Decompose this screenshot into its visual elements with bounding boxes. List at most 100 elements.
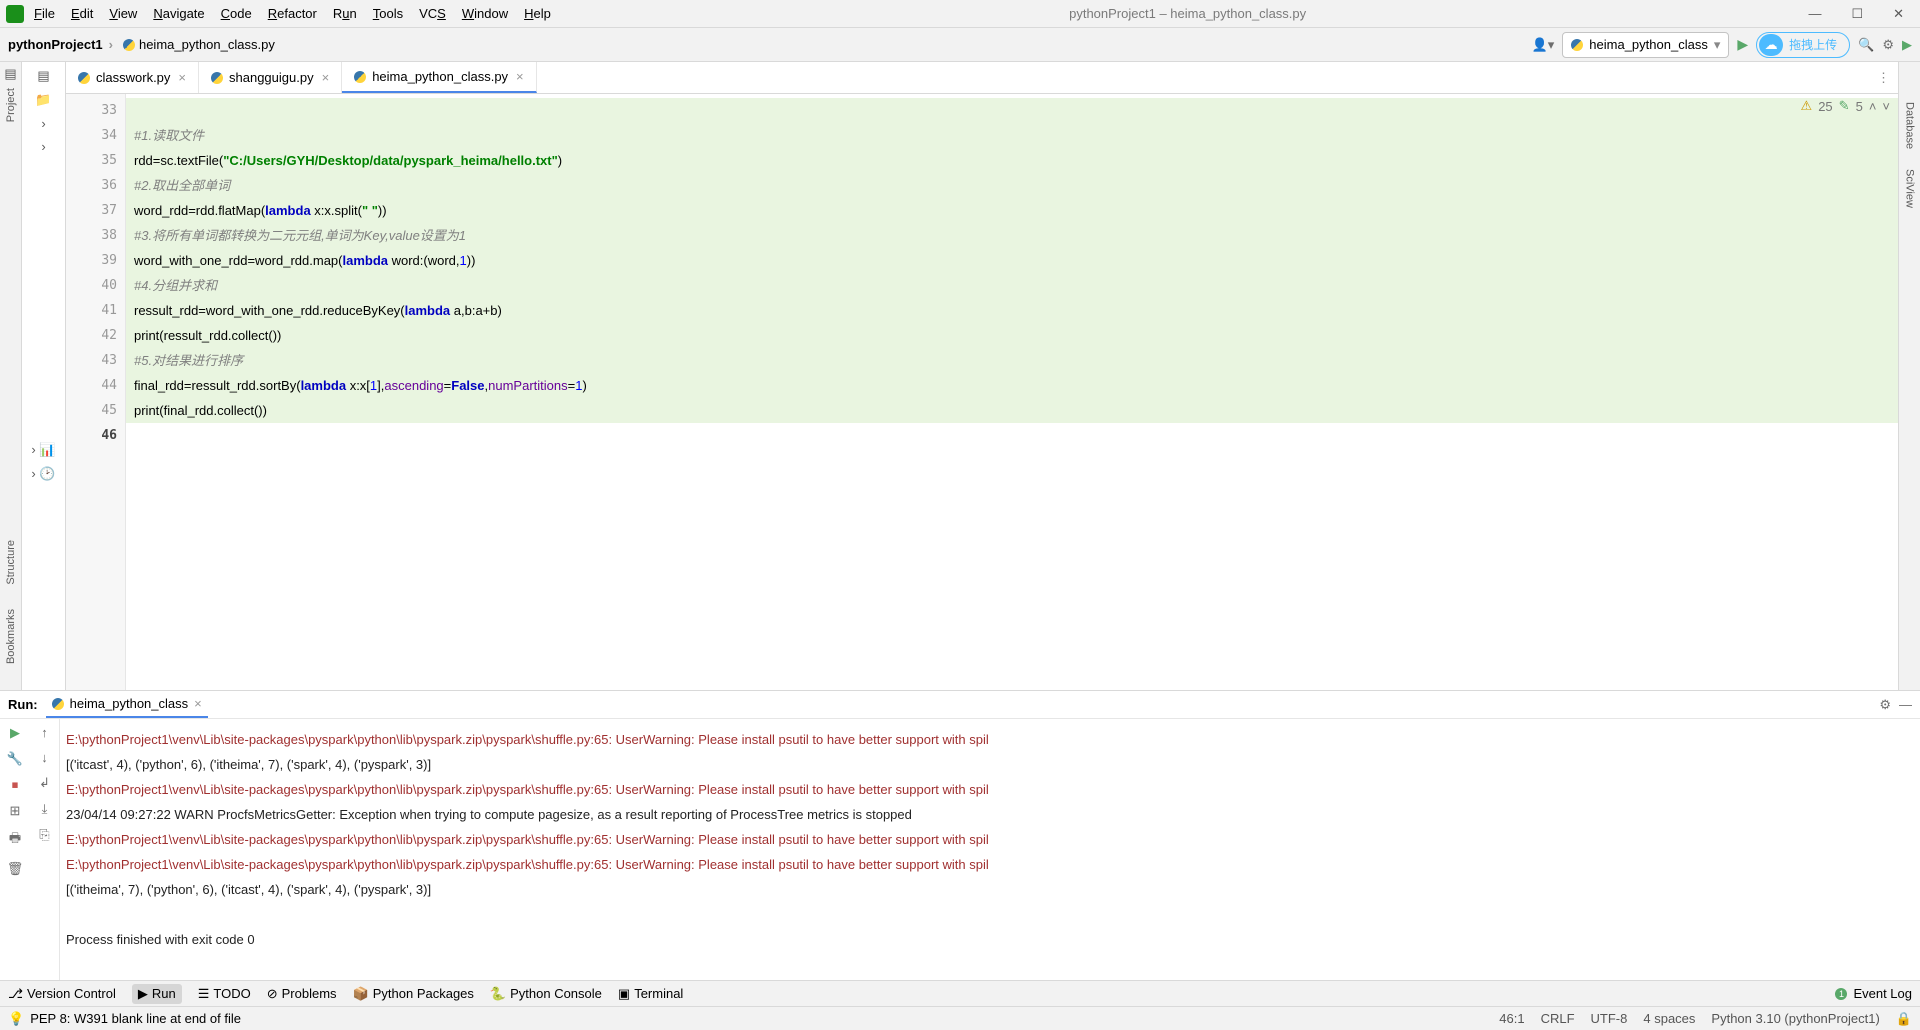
project-tool-label[interactable]: Project [5, 88, 17, 122]
run-anything-icon[interactable]: ▶ [1902, 37, 1912, 53]
run-header: Run: heima_python_class × ⚙ — [0, 691, 1920, 719]
tree-expand-4[interactable]: › 🕑 [31, 466, 55, 482]
interpreter[interactable]: Python 3.10 (pythonProject1) [1711, 1011, 1879, 1027]
menu-run[interactable]: Run [333, 6, 357, 21]
menubar: File Edit View Navigate Code Refactor Ru… [0, 0, 1920, 28]
inspections-widget[interactable]: ⚠25 ✎5 ˄ ˅ [1801, 98, 1890, 114]
close-run-tab-icon[interactable]: × [194, 696, 202, 711]
collapse-icon[interactable]: ▤ [37, 68, 49, 84]
close-icon[interactable]: ✕ [1893, 6, 1904, 22]
left-tool-strip-lower: Structure Bookmarks [0, 540, 22, 664]
up-icon[interactable]: ↑ [41, 725, 48, 740]
breadcrumb[interactable]: pythonProject1 › heima_python_class.py [8, 37, 275, 52]
lock-icon[interactable]: 🔒 [1896, 1011, 1912, 1027]
run-settings-icon[interactable]: ⚙ [1879, 697, 1891, 713]
maximize-icon[interactable]: ☐ [1851, 6, 1863, 22]
tab-classwork[interactable]: classwork.py× [66, 62, 199, 93]
menu-code[interactable]: Code [221, 6, 252, 21]
pep8-hint[interactable]: 💡 PEP 8: W391 blank line at end of file [8, 1011, 241, 1027]
menu-refactor[interactable]: Refactor [268, 6, 317, 21]
cloud-upload-button[interactable]: ☁ 拖拽上传 [1756, 32, 1850, 58]
window-controls: — ☐ ✕ [1808, 6, 1904, 22]
warning-icon: ⚠ [1801, 98, 1813, 114]
chevron-up-icon[interactable]: ˄ [1869, 99, 1877, 114]
python-file-icon [354, 71, 366, 83]
status-bar: 💡 PEP 8: W391 blank line at end of file … [0, 1006, 1920, 1030]
eventlog-badge: 1 [1835, 988, 1847, 1000]
tabs-more-icon[interactable]: ⋮ [1877, 70, 1890, 86]
bottom-tool-bar: ⎇ Version Control ▶ Run ☰ TODO ⊘ Problems 📦 … [0, 980, 1920, 1006]
delete-icon[interactable]: 🗑 [7, 861, 24, 877]
export-icon[interactable]: ⎘ [39, 827, 49, 843]
tree-expand-2[interactable]: › [41, 139, 45, 154]
down-icon[interactable]: ↓ [41, 750, 48, 765]
run-configuration-selector[interactable]: heima_python_class ▾ [1562, 32, 1729, 58]
python-icon [1571, 39, 1583, 51]
softwrap-icon[interactable]: ↲ [39, 775, 50, 791]
stop-icon[interactable]: ⏹ [12, 777, 19, 793]
project-tool-icon[interactable]: ▤ [4, 66, 16, 82]
breadcrumb-file[interactable]: heima_python_class.py [139, 37, 275, 52]
python-file-icon [123, 39, 135, 51]
bottom-tab-terminal[interactable]: ▣ Terminal [618, 984, 683, 1004]
search-icon[interactable]: 🔍 [1858, 37, 1874, 53]
bottom-tab-problems[interactable]: ⊘ Problems [267, 984, 337, 1004]
bottom-tab-todo[interactable]: ☰ TODO [198, 984, 251, 1004]
caret-position[interactable]: 46:1 [1499, 1011, 1524, 1027]
tab-heima[interactable]: heima_python_class.py× [342, 62, 536, 93]
run-label: Run: [8, 697, 38, 712]
minimize-icon[interactable]: — [1808, 6, 1821, 22]
folder-icon[interactable]: 📁 [35, 92, 51, 108]
structure-tool-label[interactable]: Structure [5, 540, 17, 585]
gear-icon[interactable]: ⚙ [1882, 37, 1894, 53]
tree-expand-3[interactable]: › 📊 [31, 442, 55, 458]
line-separator[interactable]: CRLF [1541, 1011, 1575, 1027]
menu-edit[interactable]: Edit [71, 6, 93, 21]
bottom-tab-version-control[interactable]: ⎇ Version Control [8, 984, 116, 1004]
menu-navigate[interactable]: Navigate [153, 6, 204, 21]
run-tool-window: Run: heima_python_class × ⚙ — ▶ 🔧 ⏹ ⊞ 🖶 … [0, 690, 1920, 980]
bottom-tab-run[interactable]: ▶ Run [132, 984, 182, 1004]
editor-tabs: classwork.py× shangguigu.py× heima_pytho… [66, 62, 1898, 94]
warning-count: 25 [1818, 99, 1832, 114]
typo-icon: ✎ [1839, 98, 1850, 114]
code-text[interactable]: ⚠25 ✎5 ˄ ˅ #1.读取文件rdd=sc.textFile("C:/Us… [126, 94, 1898, 690]
run-tab[interactable]: heima_python_class × [46, 691, 208, 718]
run-toolbar-left: ▶ 🔧 ⏹ ⊞ 🖶 🗑 [0, 719, 30, 980]
sciview-tool-label[interactable]: SciView [1904, 169, 1916, 208]
rerun-icon[interactable]: ▶ [10, 725, 20, 741]
navigation-bar: pythonProject1 › heima_python_class.py 👤… [0, 28, 1920, 62]
tree-expand-1[interactable]: › [41, 116, 45, 131]
menu-tools[interactable]: Tools [373, 6, 403, 21]
add-user-icon[interactable]: 👤▾ [1532, 37, 1555, 53]
run-minimize-icon[interactable]: — [1899, 697, 1912, 713]
close-tab-icon[interactable]: × [516, 69, 524, 84]
database-tool-label[interactable]: Database [1904, 102, 1916, 149]
run-button[interactable]: ▶ [1737, 36, 1748, 53]
eventlog-label[interactable]: Event Log [1853, 986, 1912, 1001]
menu-file[interactable]: File [34, 6, 55, 21]
bookmarks-tool-label[interactable]: Bookmarks [5, 609, 17, 664]
encoding[interactable]: UTF-8 [1591, 1011, 1628, 1027]
scrolllock-icon[interactable]: ⤓ [42, 801, 48, 817]
menu-help[interactable]: Help [524, 6, 551, 21]
bottom-tab-python-console[interactable]: 🐍 Python Console [490, 984, 602, 1004]
menu-view[interactable]: View [109, 6, 137, 21]
menu-window[interactable]: Window [462, 6, 508, 21]
layout-icon[interactable]: ⊞ [10, 803, 21, 819]
close-tab-icon[interactable]: × [178, 70, 186, 85]
bottom-tab-python-packages[interactable]: 📦 Python Packages [353, 984, 474, 1004]
tab-shangguigu[interactable]: shangguigu.py× [199, 62, 342, 93]
print-icon[interactable]: 🖶 [9, 829, 21, 851]
code-area[interactable]: 3334353637383940414243444546 ⚠25 ✎5 ˄ ˅ … [66, 94, 1898, 690]
debug-settings-icon[interactable]: 🔧 [7, 751, 23, 767]
chevron-down-icon[interactable]: ˅ [1882, 99, 1890, 114]
breadcrumb-project[interactable]: pythonProject1 [8, 37, 103, 52]
line-gutter: 3334353637383940414243444546 [66, 94, 126, 690]
python-icon [52, 698, 64, 710]
menu-vcs[interactable]: VCS [419, 6, 446, 21]
console-output[interactable]: E:\pythonProject1\venv\Lib\site-packages… [60, 719, 1920, 980]
indent[interactable]: 4 spaces [1643, 1011, 1695, 1027]
close-tab-icon[interactable]: × [322, 70, 330, 85]
project-tree[interactable]: ▤ 📁 › › › 📊 › 🕑 [22, 62, 66, 690]
